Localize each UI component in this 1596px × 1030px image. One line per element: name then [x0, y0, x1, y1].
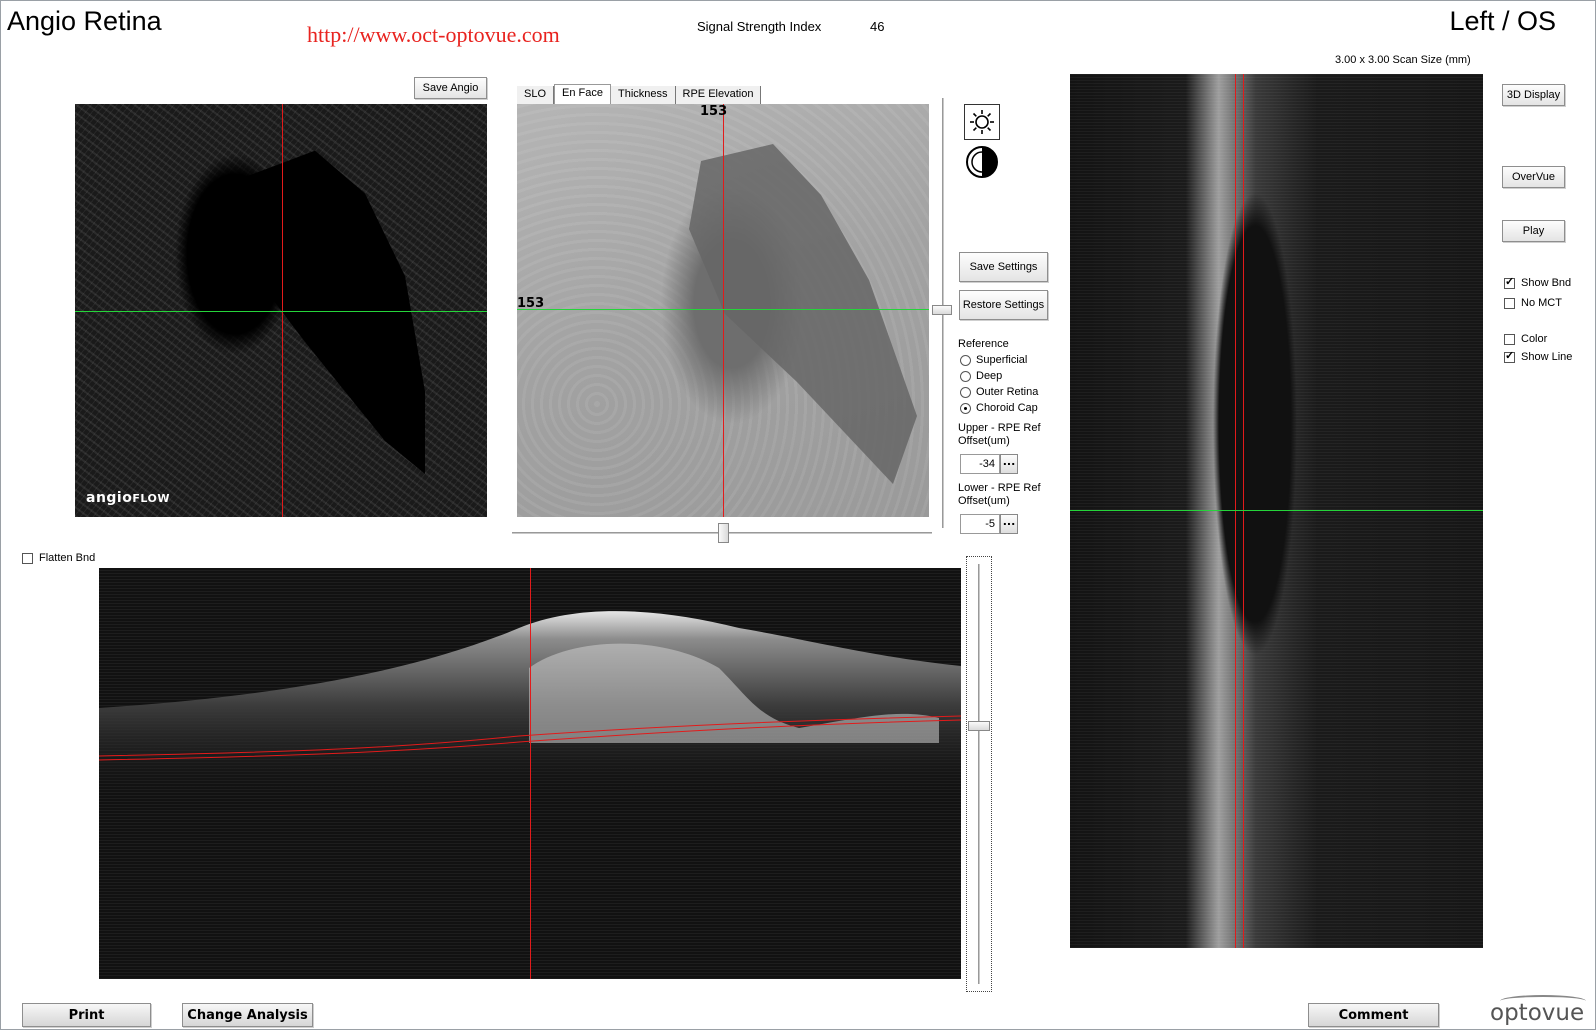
reference-superficial[interactable]: Superficial: [960, 354, 1027, 366]
sun-icon: [970, 110, 994, 134]
no-mct-checkbox[interactable]: [1504, 297, 1515, 309]
vertical-bscan-boundary-line: [1243, 74, 1244, 948]
radio-superficial[interactable]: [960, 354, 971, 366]
show-bnd-option[interactable]: Show Bnd: [1504, 275, 1571, 289]
save-angio-button[interactable]: Save Angio: [414, 77, 487, 99]
angio-crosshair-horizontal: [75, 311, 487, 312]
3d-display-button[interactable]: 3D Display: [1502, 84, 1565, 106]
vertical-bscan-crosshair-vertical: [1235, 74, 1236, 948]
angio-image[interactable]: angioFLOW: [75, 104, 487, 517]
lower-offset-input[interactable]: -5: [960, 514, 1000, 534]
restore-settings-button[interactable]: Restore Settings: [959, 290, 1048, 320]
reference-deep[interactable]: Deep: [960, 370, 1002, 382]
radio-deep[interactable]: [960, 370, 971, 382]
scan-size-label: 3.00 x 3.00 Scan Size (mm): [1335, 54, 1471, 66]
eye-label: Left / OS: [1449, 6, 1556, 36]
signal-strength-value: 46: [870, 19, 885, 34]
tab-en-face[interactable]: En Face: [554, 84, 611, 104]
vertical-bscan-image[interactable]: [1070, 74, 1483, 948]
no-mct-option[interactable]: No MCT: [1504, 297, 1562, 309]
enface-top-marker: 153: [700, 104, 728, 119]
angio-flow-void: [245, 150, 425, 474]
print-button[interactable]: Print: [22, 1003, 151, 1027]
vertical-bscan-crosshair-horizontal: [1070, 510, 1483, 511]
flatten-bnd-option[interactable]: Flatten Bnd: [22, 552, 95, 564]
flatten-bnd-checkbox[interactable]: [22, 552, 33, 564]
enface-left-marker: 153: [517, 296, 545, 311]
play-button[interactable]: Play: [1502, 220, 1565, 242]
bscan-slider-track[interactable]: [978, 564, 980, 984]
reference-label: Reference: [958, 338, 1009, 350]
change-analysis-button[interactable]: Change Analysis: [182, 1003, 313, 1027]
reference-choroid-cap[interactable]: Choroid Cap: [960, 402, 1038, 414]
show-line-checkbox[interactable]: [1504, 349, 1515, 363]
tab-thickness[interactable]: Thickness: [611, 86, 676, 104]
tab-slo[interactable]: SLO: [517, 86, 555, 104]
enface-tabs: SLO En Face Thickness RPE Elevation: [517, 84, 762, 104]
upper-offset-more-button[interactable]: ...: [1000, 454, 1018, 474]
enface-crosshair-vertical: [723, 104, 724, 517]
radio-outer-retina[interactable]: [960, 386, 971, 398]
angioflow-logo: angioFLOW: [86, 490, 170, 506]
horizontal-bscan-image[interactable]: [99, 568, 961, 979]
show-bnd-checkbox[interactable]: [1504, 275, 1515, 289]
upper-offset-input[interactable]: -34: [960, 454, 1000, 474]
lower-offset-label: Lower - RPE Ref Offset(um): [958, 482, 1041, 507]
show-line-option[interactable]: Show Line: [1504, 349, 1572, 363]
color-checkbox[interactable]: [1504, 333, 1515, 345]
radio-choroid-cap[interactable]: [960, 402, 971, 414]
watermark-url: http://www.oct-optovue.com: [307, 22, 560, 47]
enface-lesion: [689, 144, 917, 484]
signal-strength-label: Signal Strength Index: [697, 19, 822, 34]
bscan-crosshair-vertical: [530, 568, 531, 979]
upper-offset-label: Upper - RPE Ref Offset(um): [958, 422, 1041, 447]
contrast-icon: [966, 146, 998, 178]
enface-image[interactable]: 153 153: [517, 104, 929, 517]
overvue-button[interactable]: OverVue: [1502, 166, 1565, 188]
tab-rpe-elevation[interactable]: RPE Elevation: [676, 86, 762, 104]
lower-offset-more-button[interactable]: ...: [1000, 514, 1018, 534]
brightness-button[interactable]: [964, 104, 1000, 140]
optovue-logo: optovue: [1490, 1000, 1585, 1026]
enface-depth-slider-thumb[interactable]: [932, 305, 952, 315]
save-settings-button[interactable]: Save Settings: [959, 252, 1048, 282]
bscan-slider-thumb[interactable]: [968, 721, 990, 731]
reference-outer-retina[interactable]: Outer Retina: [960, 386, 1038, 398]
comment-button[interactable]: Comment: [1308, 1003, 1439, 1027]
contrast-button[interactable]: [964, 144, 1000, 180]
enface-slice-slider-thumb[interactable]: [718, 523, 729, 543]
color-option[interactable]: Color: [1504, 333, 1547, 345]
app-title: Angio Retina: [7, 6, 162, 36]
enface-crosshair-horizontal: [517, 309, 929, 310]
